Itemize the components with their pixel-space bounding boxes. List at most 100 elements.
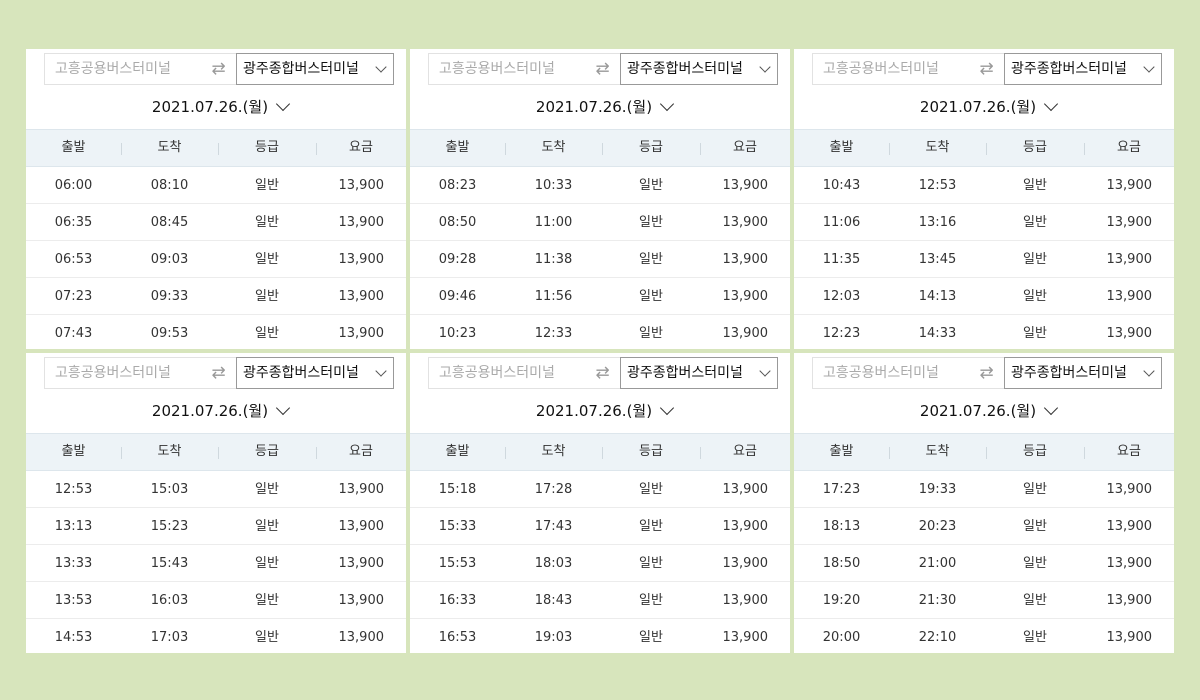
arrival-terminal-select[interactable]: 광주종합버스터미널	[236, 357, 394, 389]
table-row[interactable]: 18:13 20:23 일반 13,900	[794, 508, 1174, 545]
date-selector[interactable]: 2021.07.26.(월)	[26, 95, 406, 119]
cell-arrival: 12:53	[918, 178, 957, 193]
date-selector[interactable]: 2021.07.26.(월)	[26, 399, 406, 423]
cell-departure: 08:50	[438, 215, 477, 230]
table-row[interactable]: 19:20 21:30 일반 13,900	[794, 582, 1174, 619]
cell-fare: 13,900	[722, 482, 769, 497]
table-row[interactable]: 06:53 09:03 일반 13,900	[26, 241, 406, 278]
column-divider	[986, 447, 987, 459]
column-header-fare: 요금	[349, 140, 373, 155]
table-row[interactable]: 20:00 22:10 일반 13,900	[794, 619, 1174, 653]
cell-departure: 18:50	[822, 556, 861, 571]
cell-departure: 18:13	[822, 519, 861, 534]
departure-terminal-input[interactable]: 고흥공용버스터미널	[44, 53, 201, 85]
cell-grade: 일반	[639, 519, 663, 534]
table-row[interactable]: 16:33 18:43 일반 13,900	[410, 582, 790, 619]
table-row[interactable]: 09:28 11:38 일반 13,900	[410, 241, 790, 278]
cell-fare: 13,900	[338, 519, 385, 534]
date-label: 2021.07.26.(월)	[151, 402, 269, 420]
departure-terminal-input[interactable]: 고흥공용버스터미널	[44, 357, 201, 389]
column-header-arrival: 도착	[157, 444, 182, 459]
cell-fare: 13,900	[1106, 252, 1153, 267]
cell-fare: 13,900	[1106, 593, 1153, 608]
cell-departure: 12:23	[822, 326, 861, 341]
table-row[interactable]: 06:35 08:45 일반 13,900	[26, 204, 406, 241]
column-divider	[602, 447, 603, 459]
chevron-down-icon	[276, 96, 291, 112]
arrival-terminal-select[interactable]: 광주종합버스터미널	[620, 357, 778, 389]
swap-arrows-icon[interactable]: ⇄	[585, 53, 620, 85]
cell-arrival: 19:33	[918, 482, 957, 497]
table-row[interactable]: 15:53 18:03 일반 13,900	[410, 545, 790, 582]
table-row[interactable]: 17:23 19:33 일반 13,900	[794, 471, 1174, 508]
column-divider	[1084, 447, 1085, 459]
date-selector[interactable]: 2021.07.26.(월)	[794, 95, 1174, 119]
table-row[interactable]: 18:50 21:00 일반 13,900	[794, 545, 1174, 582]
cell-departure: 16:33	[438, 593, 477, 608]
swap-arrows-icon[interactable]: ⇄	[585, 357, 620, 389]
table-row[interactable]: 14:53 17:03 일반 13,900	[26, 619, 406, 653]
table-header: 출발 도착 등급 요금	[410, 129, 790, 167]
departure-terminal-input[interactable]: 고흥공용버스터미널	[812, 53, 969, 85]
chevron-down-icon	[276, 400, 291, 416]
departure-terminal-input[interactable]: 고흥공용버스터미널	[812, 357, 969, 389]
table-row[interactable]: 10:23 12:33 일반 13,900	[410, 315, 790, 349]
arrival-terminal-label: 광주종합버스터미널	[243, 61, 359, 77]
cell-grade: 일반	[1023, 482, 1047, 497]
departure-terminal-input[interactable]: 고흥공용버스터미널	[428, 357, 585, 389]
cell-departure: 09:28	[438, 252, 477, 267]
cell-grade: 일반	[1023, 519, 1047, 534]
cell-grade: 일반	[1023, 215, 1047, 230]
column-header-departure: 출발	[445, 444, 470, 459]
table-row[interactable]: 13:33 15:43 일반 13,900	[26, 545, 406, 582]
table-header: 출발 도착 등급 요금	[794, 129, 1174, 167]
cell-grade: 일반	[639, 178, 663, 193]
chevron-down-icon	[660, 96, 675, 112]
table-row[interactable]: 11:06 13:16 일반 13,900	[794, 204, 1174, 241]
cell-fare: 13,900	[338, 289, 385, 304]
swap-arrows-icon[interactable]: ⇄	[969, 53, 1004, 85]
swap-arrows-icon[interactable]: ⇄	[201, 357, 236, 389]
cell-grade: 일반	[1023, 289, 1047, 304]
table-row[interactable]: 07:23 09:33 일반 13,900	[26, 278, 406, 315]
cell-fare: 13,900	[1106, 556, 1153, 571]
cell-arrival: 20:23	[918, 519, 957, 534]
table-row[interactable]: 13:13 15:23 일반 13,900	[26, 508, 406, 545]
table-row[interactable]: 06:00 08:10 일반 13,900	[26, 167, 406, 204]
cell-departure: 08:23	[438, 178, 477, 193]
cell-grade: 일반	[255, 482, 279, 497]
cell-departure: 10:23	[438, 326, 477, 341]
date-selector[interactable]: 2021.07.26.(월)	[410, 399, 790, 423]
table-row[interactable]: 12:03 14:13 일반 13,900	[794, 278, 1174, 315]
table-row[interactable]: 15:18 17:28 일반 13,900	[410, 471, 790, 508]
table-row[interactable]: 08:23 10:33 일반 13,900	[410, 167, 790, 204]
date-selector[interactable]: 2021.07.26.(월)	[410, 95, 790, 119]
column-divider	[218, 143, 219, 155]
table-row[interactable]: 09:46 11:56 일반 13,900	[410, 278, 790, 315]
swap-arrows-icon[interactable]: ⇄	[201, 53, 236, 85]
table-row[interactable]: 08:50 11:00 일반 13,900	[410, 204, 790, 241]
column-header-grade: 등급	[639, 140, 663, 155]
table-row[interactable]: 12:23 14:33 일반 13,900	[794, 315, 1174, 349]
table-row[interactable]: 07:43 09:53 일반 13,900	[26, 315, 406, 349]
table-row[interactable]: 15:33 17:43 일반 13,900	[410, 508, 790, 545]
table-row[interactable]: 10:43 12:53 일반 13,900	[794, 167, 1174, 204]
cell-departure: 15:53	[438, 556, 477, 571]
column-header-arrival: 도착	[541, 444, 566, 459]
table-row[interactable]: 13:53 16:03 일반 13,900	[26, 582, 406, 619]
table-row[interactable]: 16:53 19:03 일반 13,900	[410, 619, 790, 653]
arrival-terminal-select[interactable]: 광주종합버스터미널	[620, 53, 778, 85]
departure-terminal-input[interactable]: 고흥공용버스터미널	[428, 53, 585, 85]
arrival-terminal-select[interactable]: 광주종합버스터미널	[1004, 53, 1162, 85]
table-row[interactable]: 11:35 13:45 일반 13,900	[794, 241, 1174, 278]
arrival-terminal-select[interactable]: 광주종합버스터미널	[236, 53, 394, 85]
arrival-terminal-label: 광주종합버스터미널	[243, 365, 359, 381]
date-selector[interactable]: 2021.07.26.(월)	[794, 399, 1174, 423]
cell-departure: 20:00	[822, 630, 861, 645]
cell-fare: 13,900	[722, 178, 769, 193]
cell-departure: 11:06	[822, 215, 861, 230]
table-row[interactable]: 12:53 15:03 일반 13,900	[26, 471, 406, 508]
arrival-terminal-select[interactable]: 광주종합버스터미널	[1004, 357, 1162, 389]
swap-arrows-icon[interactable]: ⇄	[969, 357, 1004, 389]
column-header-grade: 등급	[639, 444, 663, 459]
